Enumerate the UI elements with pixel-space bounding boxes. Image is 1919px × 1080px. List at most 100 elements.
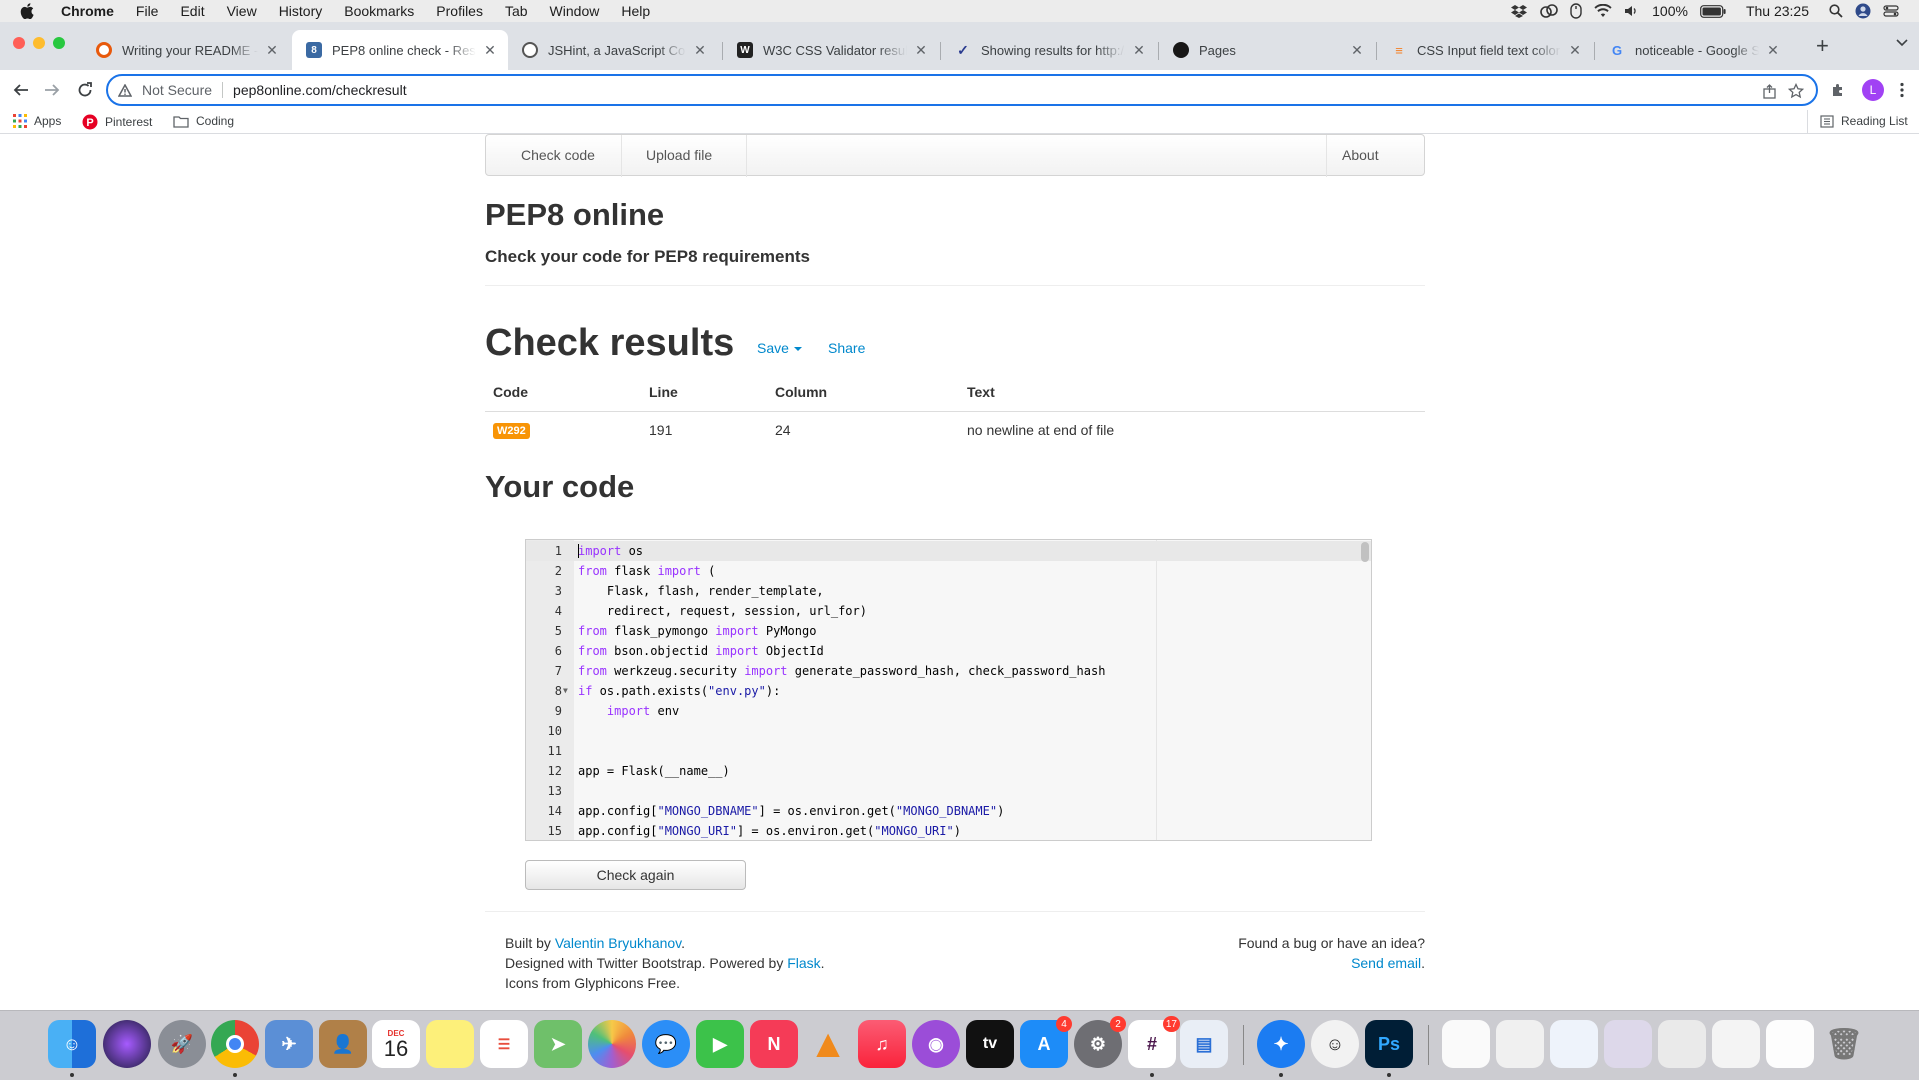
emoji-face-icon[interactable]: ☺ <box>1311 1020 1359 1068</box>
author-link[interactable]: Valentin Bryukhanov <box>555 935 681 951</box>
podcasts-icon[interactable]: ◉ <box>912 1020 960 1068</box>
tab-jshint[interactable]: JSHint, a JavaScript Code ✕ <box>508 30 718 70</box>
check-again-button[interactable]: Check again <box>525 860 746 890</box>
user-switcher-icon[interactable] <box>1855 3 1871 19</box>
tab-close-icon[interactable]: ✕ <box>1567 42 1583 59</box>
minimized-window-thumbnail[interactable] <box>1604 1020 1652 1068</box>
minimized-window-thumbnail[interactable] <box>1712 1020 1760 1068</box>
volume-icon[interactable] <box>1624 4 1640 18</box>
nav-check-code[interactable]: Check code <box>521 147 595 163</box>
system-preferences-gear-icon[interactable]: ⚙ 2 <box>1074 1016 1126 1068</box>
dropbox-icon[interactable] <box>1510 4 1528 18</box>
back-arrow-icon[interactable] <box>9 78 33 102</box>
facetime-icon[interactable]: ▶ <box>696 1020 744 1068</box>
warning-triangle-icon[interactable] <box>118 83 132 97</box>
bookmark-apps[interactable]: Apps <box>13 114 61 128</box>
bookmark-star-icon[interactable] <box>1788 83 1804 99</box>
tab-close-icon[interactable]: ✕ <box>692 42 708 59</box>
minimized-window-thumbnail[interactable] <box>1766 1020 1814 1068</box>
window-zoom-button[interactable] <box>53 37 65 49</box>
calendar-icon[interactable]: DEC 16 <box>372 1020 420 1068</box>
tab-close-icon[interactable]: ✕ <box>264 42 280 59</box>
siri-icon[interactable] <box>103 1020 151 1068</box>
menu-edit[interactable]: Edit <box>169 3 215 19</box>
fold-arrow-icon[interactable]: ▼ <box>563 681 568 701</box>
tab-showing-results[interactable]: ✓ Showing results for http:// ✕ <box>941 30 1157 70</box>
bookmark-folder-coding[interactable]: Coding <box>173 114 234 128</box>
apple-tv-icon[interactable]: tv <box>966 1020 1014 1068</box>
photos-icon[interactable] <box>588 1020 636 1068</box>
menu-file[interactable]: File <box>125 3 170 19</box>
security-indicator[interactable]: Not Secure <box>142 82 212 98</box>
code-editor[interactable]: 1 import os 2 from flask import (3 Flask, f… <box>525 539 1372 841</box>
share-icon[interactable] <box>1763 84 1776 99</box>
tab-close-icon[interactable]: ✕ <box>1349 42 1365 59</box>
tab-close-icon[interactable]: ✕ <box>482 42 498 59</box>
slack-icon[interactable]: #17 <box>1128 1016 1180 1068</box>
battery-icon[interactable] <box>1700 4 1726 18</box>
mouse-icon[interactable] <box>1570 3 1582 19</box>
menu-app-name[interactable]: Chrome <box>50 3 125 19</box>
tab-css-input-field[interactable]: ≡ CSS Input field text color o ✕ <box>1377 30 1593 70</box>
minimized-window-thumbnail[interactable] <box>1496 1020 1544 1068</box>
chrome-icon[interactable] <box>211 1020 259 1068</box>
maps-icon[interactable]: ➤ <box>534 1020 582 1068</box>
tab-writing-readme[interactable]: Writing your README - De ✕ <box>82 30 290 70</box>
minimized-window-thumbnail[interactable] <box>1442 1020 1490 1068</box>
menu-help[interactable]: Help <box>610 3 661 19</box>
address-bar[interactable]: Not Secure pep8online.com/checkresult <box>106 74 1818 106</box>
menu-window[interactable]: Window <box>539 3 611 19</box>
nav-about[interactable]: About <box>1342 147 1379 163</box>
profile-avatar[interactable]: L <box>1862 79 1884 101</box>
tab-close-icon[interactable]: ✕ <box>913 42 929 59</box>
tab-close-icon[interactable]: ✕ <box>1765 42 1781 59</box>
clock[interactable]: Thu 23:25 <box>1746 3 1809 19</box>
share-link[interactable]: Share <box>828 340 865 356</box>
window-close-button[interactable] <box>13 37 25 49</box>
menu-bookmarks[interactable]: Bookmarks <box>333 3 425 19</box>
menu-view[interactable]: View <box>216 3 268 19</box>
screens-app-icon[interactable]: ▤ <box>1180 1020 1228 1068</box>
news-icon[interactable]: N <box>750 1020 798 1068</box>
launchpad-rocket-icon[interactable]: 🚀 <box>158 1020 206 1068</box>
creative-cloud-icon[interactable] <box>1540 4 1558 18</box>
contacts-icon[interactable]: 👤 <box>319 1020 367 1068</box>
flask-link[interactable]: Flask <box>787 955 820 971</box>
tab-close-icon[interactable]: ✕ <box>1131 42 1147 59</box>
extensions-puzzle-icon[interactable] <box>1831 82 1847 98</box>
vlc-cone-icon[interactable]: ▲ <box>804 1020 852 1068</box>
nav-upload-file[interactable]: Upload file <box>646 147 712 163</box>
messages-icon[interactable]: 💬 <box>642 1020 690 1068</box>
window-minimize-button[interactable] <box>33 37 45 49</box>
tab-w3c-css-validator[interactable]: W W3C CSS Validator results ✕ <box>723 30 939 70</box>
editor-scrollbar[interactable] <box>1361 542 1369 562</box>
save-dropdown[interactable]: Save <box>757 340 802 356</box>
wifi-icon[interactable] <box>1594 4 1612 18</box>
send-email-link[interactable]: Send email <box>1351 955 1421 971</box>
minimized-window-thumbnail[interactable] <box>1550 1020 1598 1068</box>
url-text[interactable]: pep8online.com/checkresult <box>233 82 407 98</box>
safari-compass-icon[interactable]: ✦ <box>1257 1020 1305 1068</box>
control-center-icon[interactable] <box>1883 5 1899 17</box>
photoshop-icon[interactable]: Ps <box>1365 1020 1413 1068</box>
reload-icon[interactable] <box>73 78 97 102</box>
notes-icon[interactable] <box>426 1020 474 1068</box>
apple-icon[interactable] <box>18 2 36 20</box>
reminders-icon[interactable]: ☰ <box>480 1020 528 1068</box>
finder-icon[interactable]: ☺ <box>48 1020 96 1068</box>
new-tab-plus-icon[interactable]: + <box>1816 35 1829 57</box>
menu-history[interactable]: History <box>268 3 334 19</box>
forward-arrow-icon[interactable] <box>40 78 64 102</box>
preview-icon[interactable]: ✈ <box>265 1020 313 1068</box>
menu-tab[interactable]: Tab <box>494 3 539 19</box>
app-store-icon[interactable]: A4 <box>1020 1016 1072 1068</box>
minimized-window-thumbnail[interactable] <box>1658 1020 1706 1068</box>
reading-list-button[interactable]: Reading List <box>1820 114 1908 128</box>
tab-pages[interactable]: Pages ✕ <box>1159 30 1375 70</box>
spotlight-search-icon[interactable] <box>1829 4 1843 18</box>
bookmark-pinterest[interactable]: P Pinterest <box>82 114 152 130</box>
trash-icon[interactable]: 🗑 <box>1820 1020 1868 1068</box>
music-icon[interactable]: ♫ <box>858 1020 906 1068</box>
tab-pep8-online[interactable]: 8 PEP8 online check - Resul ✕ <box>292 30 508 70</box>
tab-search-chevron-icon[interactable] <box>1896 39 1908 47</box>
